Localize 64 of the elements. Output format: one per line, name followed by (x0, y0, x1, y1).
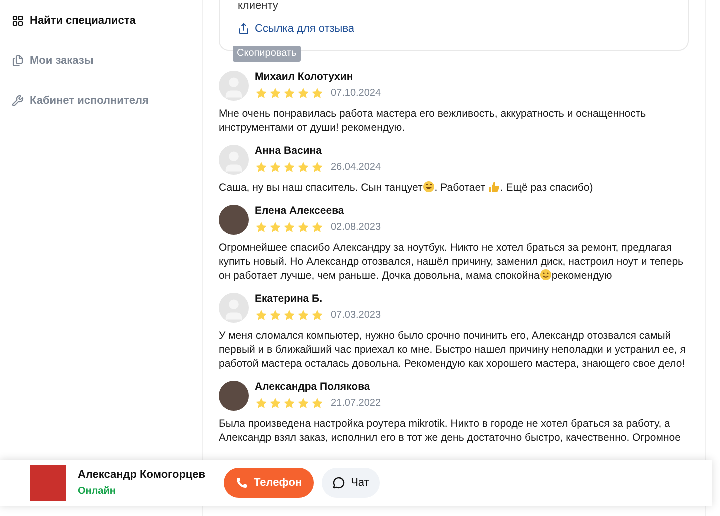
thumbs-up-icon (488, 180, 500, 192)
star-icon (255, 86, 268, 100)
star-icon (311, 220, 324, 234)
star-icon (283, 86, 296, 100)
profile-photo (30, 465, 66, 501)
review-text: Мне очень понравилась работа мастера его вежливость, аккуратность и оснащенность инструментами от души! рекомендую. (219, 106, 648, 134)
reviewer-name: Александра Полякова (255, 380, 372, 394)
share-icon (238, 23, 250, 36)
star-icon (269, 396, 282, 410)
avatar-placeholder (219, 70, 249, 100)
review-date: 07.03.2023 (331, 308, 382, 322)
reviewer-name: Елена Алексеева (255, 204, 346, 218)
star-icon (255, 308, 268, 322)
star-icon (269, 160, 282, 174)
laughing-face-icon (422, 180, 435, 192)
star-icon (311, 396, 324, 410)
review-link[interactable]: Ссылка для отзыва (238, 21, 355, 38)
chat-button[interactable]: Чат (322, 468, 380, 498)
star-icon (283, 396, 296, 410)
review-date: 26.04.2024 (331, 160, 382, 174)
wrench-icon (12, 95, 24, 107)
review-text: Огромнейшее спасибо Александру за ноутбук. Никто не хотел браться за ремонт, предлагая купить новый. Но Александр отозвался, нашёл причину, заменил диск, настроил ноут и теперь он работает лучше, чем раньше. Дочка довольна, мама спокойна рекомендую (219, 240, 685, 282)
review-date: 21.07.2022 (331, 396, 382, 410)
star-icon (255, 160, 268, 174)
phone-icon (236, 477, 248, 489)
online-status: Онлайн (78, 484, 117, 499)
contact-name: Александр Комогорцев (78, 468, 207, 484)
copy-tooltip: Скопировать (233, 46, 301, 62)
star-icon (269, 308, 282, 322)
star-icon (283, 308, 296, 322)
review-date: 02.08.2023 (331, 220, 382, 234)
star-icon (255, 220, 268, 234)
review-text: У меня сломался компьютер, нужно было срочно починить его, Александр отозвался самый первый и в ближайший час приехал ко мне. Быстро нашел причину неполадки и устранил ее, я работой мастера осталась довольна. Рекомендую как хорошего мастера, знающего свое дело! (219, 328, 687, 370)
star-icon (269, 86, 282, 100)
sidebar-item[interactable]: Мои заказы (12, 52, 202, 70)
star-icon (297, 160, 310, 174)
review-text: Была произведена настройка роутера mikrotik. Никто в городе не хотел браться за работу, а Александр взял заказ, исполнил его в тот же день достаточно быстро, качественно. Огромное (219, 416, 682, 444)
review-date: 07.10.2024 (331, 86, 382, 100)
star-icon (297, 396, 310, 410)
star-icon (283, 220, 296, 234)
star-icon (297, 86, 310, 100)
grid-icon (12, 15, 24, 27)
smiling-face-icon (540, 268, 552, 280)
review-text: Саша, ну вы наш спаситель. Сын танцует . Работает . Ещё раз спасибо) (219, 180, 594, 194)
card-text: клиенту (238, 0, 280, 13)
reviewer-name: Екатерина Б. (255, 292, 324, 306)
star-icon (255, 396, 268, 410)
star-icon (297, 220, 310, 234)
reviewer-name: Анна Васина (255, 144, 323, 158)
avatar-photo (219, 204, 249, 234)
star-icon (283, 160, 296, 174)
avatar-photo (219, 380, 249, 410)
sidebar-item[interactable]: Кабинет исполнителя (12, 92, 202, 110)
reviewer-name: Михаил Колотухин (255, 70, 354, 84)
star-icon (269, 220, 282, 234)
star-icon (311, 308, 324, 322)
avatar-placeholder (219, 292, 249, 322)
star-icon (311, 160, 324, 174)
documents-icon (12, 55, 24, 67)
star-icon (311, 86, 324, 100)
star-icon (297, 308, 310, 322)
chat-icon (333, 477, 346, 489)
avatar-placeholder (219, 144, 249, 174)
sidebar-item[interactable]: Найти специалиста (12, 12, 202, 30)
